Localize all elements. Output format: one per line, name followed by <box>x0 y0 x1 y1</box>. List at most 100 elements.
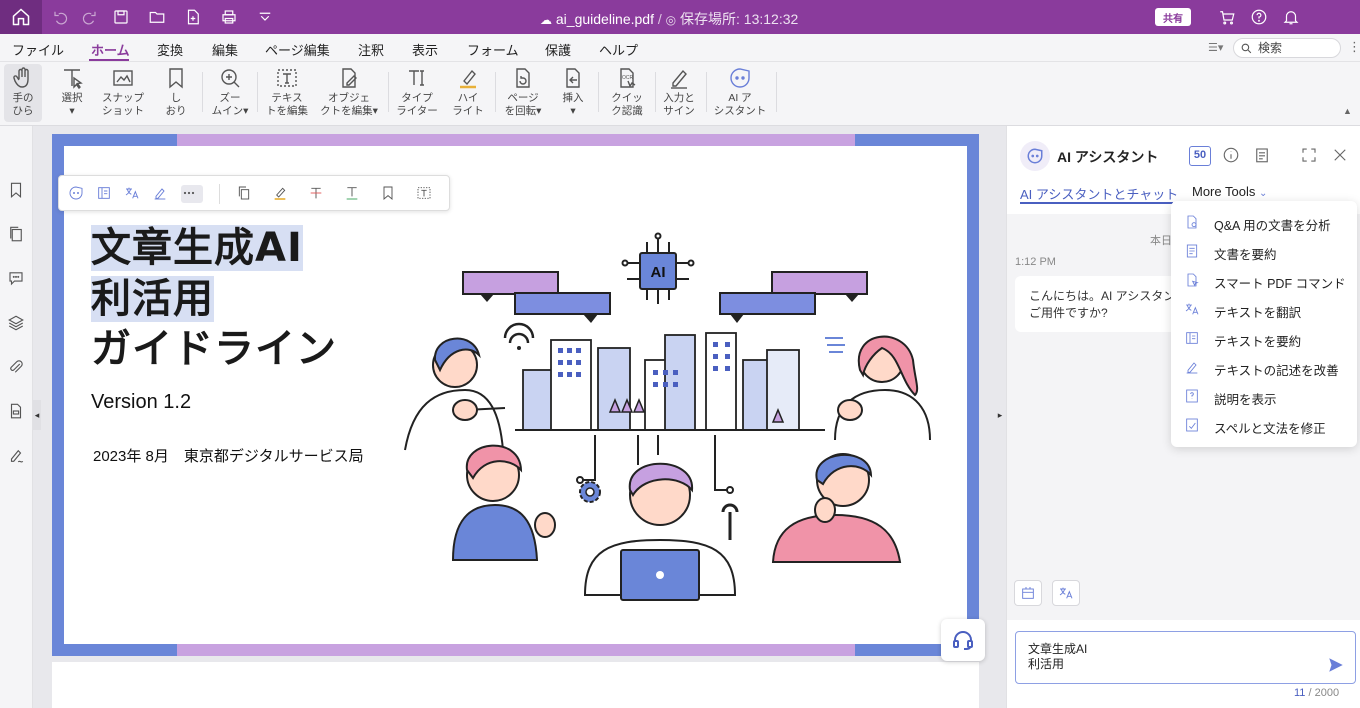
info-icon[interactable] <box>1222 146 1242 166</box>
menu-item-summarize-text[interactable]: テキストを要約 <box>1171 324 1357 353</box>
snapshot-tool[interactable]: スナップ ショット <box>98 66 148 118</box>
doc-title-line-1[interactable]: 文章生成AI <box>91 215 303 273</box>
share-button[interactable]: 共有 <box>1155 8 1191 26</box>
strikethrough-icon[interactable] <box>308 185 326 203</box>
select-tool[interactable]: 選択 ▾ <box>52 66 92 118</box>
headset-icon <box>953 631 973 650</box>
edit-object-tool[interactable]: オブジェ クトを編集▾ <box>316 66 382 118</box>
edit-text-tool[interactable]: テキス トを編集 <box>262 66 312 118</box>
summarize-icon[interactable] <box>96 185 114 203</box>
more-icon[interactable] <box>181 185 203 203</box>
menu-page-edit[interactable]: ページ編集 <box>265 40 330 59</box>
banner-shape <box>719 292 816 315</box>
new-file-icon[interactable] <box>182 6 204 28</box>
ocr-tool[interactable]: OCR クイッ ク認識 <box>604 66 650 118</box>
insert-tool[interactable]: 挿入 ▾ <box>554 66 592 118</box>
active-tab-indicator <box>1020 202 1173 204</box>
typewriter-tool[interactable]: タイプ ライター <box>394 66 440 118</box>
redo-icon[interactable] <box>78 6 100 28</box>
more-options-icon[interactable]: ⋮ <box>1348 39 1360 55</box>
doc-title-line-3[interactable]: ガイドライン <box>91 316 337 374</box>
rotate-page-tool[interactable]: ページ を回転▾ <box>500 66 546 118</box>
menu-form[interactable]: フォーム <box>467 40 519 59</box>
layers-panel-icon[interactable] <box>7 314 27 334</box>
check-circle-icon: ◎ <box>665 13 677 27</box>
edit-text-icon[interactable] <box>416 185 434 203</box>
ai-assistant-icon <box>730 68 750 88</box>
menu-annotate[interactable]: 注釈 <box>358 40 384 59</box>
menu-item-translate[interactable]: テキストを翻訳 <box>1171 295 1357 324</box>
signatures-panel-icon[interactable] <box>7 447 27 467</box>
search-input[interactable]: 検索 <box>1233 38 1341 58</box>
search-options-icon[interactable]: ☰▾ <box>1208 41 1223 54</box>
zoom-in-tool[interactable]: ズー ムイン▾ <box>208 66 252 118</box>
home-button[interactable] <box>0 0 42 34</box>
collapse-left-panel-button[interactable]: ◂ <box>33 400 41 430</box>
attachments-panel-icon[interactable] <box>7 358 27 378</box>
bookmarks-panel-icon[interactable] <box>7 181 27 201</box>
undo-icon[interactable] <box>50 6 72 28</box>
menu-help[interactable]: ヘルプ <box>599 40 638 59</box>
notes-icon[interactable] <box>1253 146 1273 166</box>
help-icon[interactable] <box>1248 6 1270 28</box>
notification-bell-icon[interactable] <box>1280 6 1302 28</box>
banner-tail <box>845 294 859 302</box>
cloud-icon: ☁ <box>540 13 552 27</box>
menu-item-qa-analyze[interactable]: Q&A 用の文書を分析 <box>1171 208 1357 237</box>
support-button[interactable] <box>941 619 985 661</box>
typewriter-icon <box>409 70 424 86</box>
menu-item-summarize-doc[interactable]: 文書を要約 <box>1171 237 1357 266</box>
token-count-badge[interactable]: 50 <box>1189 146 1211 166</box>
close-icon[interactable] <box>1331 146 1351 166</box>
tab-more-tools[interactable]: More Tools ⌄ <box>1192 184 1267 199</box>
copy-icon[interactable] <box>236 185 254 203</box>
fill-sign-tool[interactable]: 入力と サイン <box>658 66 700 118</box>
menu-item-explain[interactable]: 説明を表示 <box>1171 382 1357 411</box>
ai-assistant-icon[interactable] <box>68 185 86 203</box>
zoom-in-icon <box>221 69 240 88</box>
menu-file[interactable]: ファイル <box>12 40 64 59</box>
char-count-current: 11 <box>1294 687 1306 699</box>
collapse-ribbon-icon[interactable]: ▲ <box>1343 106 1352 116</box>
send-button[interactable] <box>1327 656 1345 674</box>
menu-edit[interactable]: 編集 <box>212 40 238 59</box>
print-icon[interactable] <box>218 6 240 28</box>
menu-item-smart-command[interactable]: スマート PDF コマンド <box>1171 266 1357 295</box>
form-fields-panel-icon[interactable] <box>7 402 27 422</box>
ai-assistant-tool[interactable]: AI ア シスタント <box>710 66 770 118</box>
tab-ai-chat[interactable]: AI アシスタントとチャット <box>1020 184 1178 203</box>
menu-item-label: スマート PDF コマンド <box>1214 277 1346 291</box>
menu-view[interactable]: 表示 <box>412 40 438 59</box>
save-icon[interactable] <box>110 6 132 28</box>
cart-icon[interactable] <box>1216 6 1238 28</box>
ribbon-separator <box>202 72 203 112</box>
menu-item-grammar[interactable]: スペルと文法を修正 <box>1171 411 1357 440</box>
hand-tool[interactable]: 手の ひら <box>4 66 42 118</box>
chat-input[interactable]: 文章生成AI 利活用 <box>1015 631 1356 684</box>
ocr-icon: OCR <box>620 68 636 88</box>
highlight-tool[interactable]: ハイ ライト <box>448 66 488 118</box>
translate-icon[interactable] <box>124 185 142 203</box>
menu-protect[interactable]: 保護 <box>545 40 571 59</box>
open-folder-icon[interactable] <box>146 6 168 28</box>
translate-quick-button[interactable] <box>1052 580 1080 606</box>
bookmark-icon[interactable] <box>380 185 398 203</box>
comments-panel-icon[interactable] <box>7 269 27 289</box>
highlight-icon[interactable] <box>272 185 290 203</box>
menu-item-improve-writing[interactable]: テキストの記述を改善 <box>1171 353 1357 382</box>
menu-home[interactable]: ホーム <box>91 40 130 59</box>
underline-icon[interactable] <box>344 185 362 203</box>
lines-icon <box>825 337 845 353</box>
doc-version[interactable]: Version 1.2 <box>91 391 191 414</box>
improve-writing-icon[interactable] <box>152 185 170 203</box>
pages-panel-icon[interactable] <box>7 225 27 245</box>
menu-convert[interactable]: 変換 <box>157 40 183 59</box>
smart-command-icon <box>1184 272 1200 288</box>
doc-date-organization[interactable]: 2023年 8月 東京都デジタルサービス局 <box>93 445 364 466</box>
expand-icon[interactable] <box>1300 146 1320 166</box>
collapse-right-panel-button[interactable]: ▸ <box>994 400 1006 430</box>
summarize-quick-button[interactable] <box>1014 580 1042 606</box>
title-separator: / <box>657 11 662 27</box>
chevron-down-icon[interactable] <box>254 6 276 28</box>
bookmark-tool[interactable]: し おり <box>158 66 194 118</box>
